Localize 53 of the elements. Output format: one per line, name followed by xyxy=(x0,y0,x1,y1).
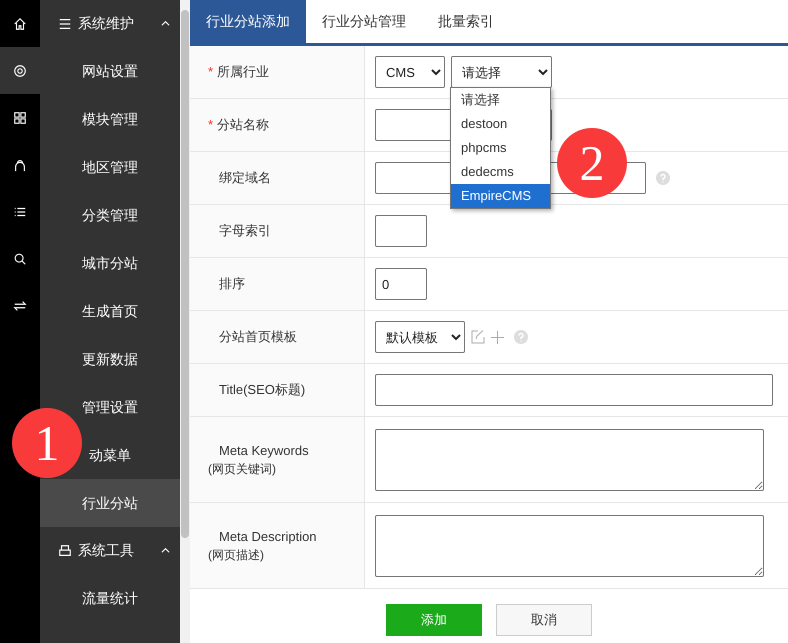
field-label: Meta Description xyxy=(219,528,317,546)
field-label: Meta Keywords xyxy=(219,442,309,460)
chevron-icon[interactable] xyxy=(161,546,170,555)
sidebar-item[interactable]: 城市分站 xyxy=(82,252,138,274)
printer-icon[interactable] xyxy=(58,544,72,558)
dropdown-option[interactable]: destoon xyxy=(451,112,550,136)
sidebar-item[interactable]: 流量统计 xyxy=(82,588,138,608)
user-icon[interactable] xyxy=(13,158,27,172)
home-icon[interactable] xyxy=(13,16,27,30)
group-title[interactable]: 系统工具 xyxy=(78,540,155,561)
field-label: Title(SEO标题) xyxy=(219,381,306,400)
sidebar-item[interactable]: 行业分站 xyxy=(82,492,138,514)
group-title[interactable]: 系统维护 xyxy=(78,13,155,34)
dropdown-option[interactable]: phpcms xyxy=(451,136,550,160)
dropdown-option[interactable]: EmpireCMS xyxy=(451,184,550,208)
sidebar-item[interactable]: 分类管理 xyxy=(82,204,138,226)
tab[interactable]: 行业分站添加 xyxy=(190,0,306,43)
grid-icon[interactable] xyxy=(13,110,27,124)
sidebar-item[interactable]: 地区管理 xyxy=(82,156,138,178)
text-area[interactable] xyxy=(375,514,764,576)
sidebar-item[interactable]: 动菜单 xyxy=(89,444,131,466)
field-sublabel: (网页描述) xyxy=(208,547,265,564)
input-field[interactable] xyxy=(375,215,427,247)
sidebar-item[interactable]: 管理设置 xyxy=(82,396,138,418)
dropdown-option[interactable]: dedecms xyxy=(451,160,550,184)
select-field[interactable]: 请选择 xyxy=(451,56,552,88)
field-label: 排序 xyxy=(219,275,245,294)
field-sublabel: (网页关键词) xyxy=(208,461,277,478)
field-label: 绑定域名 xyxy=(219,169,271,188)
input-field[interactable]: 0 xyxy=(375,268,427,300)
sidebar-item[interactable]: 模块管理 xyxy=(82,108,138,130)
button[interactable]: 取消 xyxy=(496,604,592,636)
sidebar-item[interactable]: 更新数据 xyxy=(82,348,138,370)
sidebar-item[interactable]: 网站设置 xyxy=(82,60,138,82)
text-area[interactable] xyxy=(375,428,764,490)
dropdown-option[interactable]: 请选择 xyxy=(451,88,550,112)
required-mark: * xyxy=(208,116,214,134)
field-label: 字母索引 xyxy=(219,222,271,240)
search-icon[interactable] xyxy=(13,252,27,266)
field-label: 分站名称 xyxy=(217,116,270,134)
select-field[interactable]: CMS xyxy=(375,56,445,88)
swap-icon[interactable] xyxy=(13,298,27,312)
field-label: 分站首页模板 xyxy=(219,328,297,346)
gear-icon[interactable] xyxy=(13,64,27,78)
menu-icon[interactable] xyxy=(58,16,72,30)
callout-badge: 2 xyxy=(557,128,627,198)
field-label: 所属行业 xyxy=(217,63,270,82)
sidebar-item[interactable]: 生成首页 xyxy=(82,300,138,322)
chevron-icon[interactable] xyxy=(161,19,170,28)
scrollbar-thumb[interactable] xyxy=(181,10,189,538)
required-mark: * xyxy=(208,63,214,82)
select-field[interactable]: 默认模板 xyxy=(375,321,465,353)
input-field[interactable] xyxy=(375,374,773,406)
